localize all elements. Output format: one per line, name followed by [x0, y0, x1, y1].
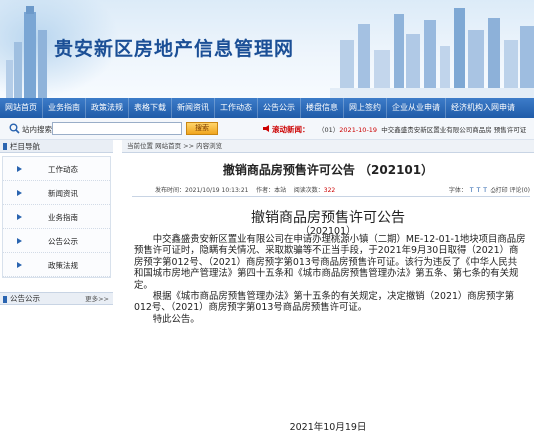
article-meta: 发布时间：2021/10/19 10:13:21 作者：本站 阅读次数：322	[155, 187, 336, 194]
nav-item-policy[interactable]: 政策法规	[86, 98, 129, 118]
view-count: 322	[323, 187, 336, 194]
sidebar-item-guide[interactable]: 业务指南	[3, 205, 110, 229]
arrow-right-icon	[17, 214, 22, 220]
article-title: 撤销商品房预售许可公告 （202101）	[222, 163, 434, 177]
notice-header: 公告公示 更多>>	[0, 292, 113, 305]
nav-item-agency[interactable]: 经济机构入网申请	[446, 98, 520, 118]
sidebar: 栏目导航 工作动态 新闻资讯 业务指南 公告公示 政策法规 公告公示 更多>>	[0, 140, 113, 441]
publish-time: 2021/10/19 10:13:21	[185, 187, 249, 194]
search-bar: 站内搜索 搜索 滚动新闻： （01）2021-10-19 中交鑫盛贵安新区置业有…	[0, 118, 534, 140]
nav-item-guide[interactable]: 业务指南	[43, 98, 86, 118]
author: 本站	[274, 187, 287, 194]
sidebar-item-label: 公告公示	[48, 237, 78, 246]
nav-item-notice[interactable]: 公告公示	[258, 98, 301, 118]
paragraph: 根据《城市商品房预售管理办法》第十五条的有关规定，决定撤销（2021）商房预字第…	[134, 291, 515, 314]
sidebar-item-policy[interactable]: 政策法规	[3, 253, 110, 277]
paragraph: 中交鑫盛贵安新区置业有限公司在申请办理桃源小镇（二期）ME-12-01-1地块项…	[134, 234, 526, 291]
sidebar-header: 栏目导航	[0, 140, 113, 153]
search-input[interactable]	[52, 122, 182, 135]
main-content: 当前位置 网站首页 >> 内容浏览 撤销商品房预售许可公告 （202101） 发…	[122, 140, 534, 441]
nav-item-enterprise[interactable]: 企业从业申请	[387, 98, 446, 118]
arrow-right-icon	[17, 166, 22, 172]
font-size-medium[interactable]: T	[477, 187, 481, 194]
header-marker-icon	[3, 296, 7, 303]
main-nav: 网站首页 业务指南 政策法规 表格下载 新闻资讯 工作动态 公告公示 楼盘信息 …	[0, 98, 534, 118]
search-icon	[9, 123, 20, 134]
nav-item-home[interactable]: 网站首页	[0, 98, 43, 118]
arrow-right-icon	[17, 238, 22, 244]
nav-item-forms[interactable]: 表格下载	[129, 98, 172, 118]
font-size-large[interactable]: T	[483, 187, 487, 194]
arrow-right-icon	[17, 190, 22, 196]
nav-item-work[interactable]: 工作动态	[215, 98, 258, 118]
document-body: 中交鑫盛贵安新区置业有限公司在申请办理桃源小镇（二期）ME-12-01-1地块项…	[134, 234, 526, 325]
arrow-right-icon	[17, 262, 22, 268]
search-button[interactable]: 搜索	[186, 122, 218, 135]
sidebar-menu: 工作动态 新闻资讯 业务指南 公告公示 政策法规	[2, 156, 111, 278]
nav-item-signing[interactable]: 网上签约	[344, 98, 387, 118]
sidebar-item-notice[interactable]: 公告公示	[3, 229, 110, 253]
nav-item-news[interactable]: 新闻资讯	[172, 98, 215, 118]
sidebar-item-work[interactable]: 工作动态	[3, 157, 110, 181]
search-label: 站内搜索	[22, 125, 52, 134]
header-marker-icon	[3, 143, 7, 150]
sidebar-item-label: 工作动态	[48, 165, 78, 174]
megaphone-icon	[263, 125, 269, 132]
divider	[132, 196, 530, 197]
nav-item-property[interactable]: 楼盘信息	[301, 98, 344, 118]
comment-link[interactable]: 评论(0)	[510, 187, 531, 194]
sidebar-item-news[interactable]: 新闻资讯	[3, 181, 110, 205]
site-title: 贵安新区房地产信息管理网	[54, 38, 295, 60]
font-size-small[interactable]: T	[470, 187, 474, 194]
print-icon: ⎙	[488, 187, 496, 194]
breadcrumb: 当前位置 网站首页 >> 内容浏览	[122, 140, 534, 153]
article-tools: 字体： T T T ⎙打印 评论(0)	[448, 187, 531, 194]
site-banner: 贵安新区房地产信息管理网	[0, 0, 534, 98]
signature-date: 2021年10月19日	[289, 422, 367, 433]
more-link[interactable]: 更多>>	[85, 293, 109, 305]
sidebar-item-label: 新闻资讯	[48, 189, 78, 198]
sidebar-item-label: 政策法规	[48, 261, 78, 270]
scrolling-news-item[interactable]: （01）2021-10-19 中交鑫盛贵安新区置业有限公司商品房 预售许可证	[318, 124, 534, 134]
paragraph: 特此公告。	[152, 313, 200, 325]
sidebar-item-label: 业务指南	[48, 213, 78, 222]
print-link[interactable]: 打印	[496, 187, 508, 194]
scrolling-news-label: 滚动新闻：	[263, 124, 310, 135]
